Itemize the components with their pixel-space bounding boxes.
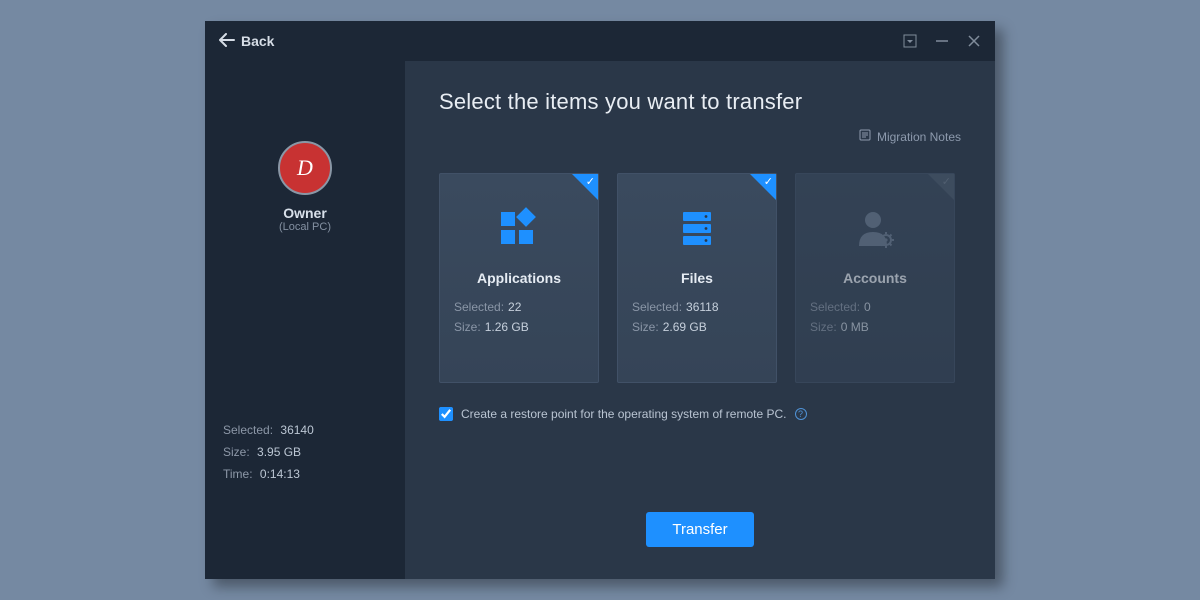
restore-point-checkbox[interactable] xyxy=(439,407,453,421)
avatar-initial: D xyxy=(297,155,313,181)
titlebar: Back xyxy=(205,21,995,61)
card-selected-value: 22 xyxy=(508,300,521,314)
accounts-icon xyxy=(810,196,940,260)
migration-notes-label: Migration Notes xyxy=(877,130,961,144)
close-icon[interactable] xyxy=(967,34,981,48)
stat-selected-label: Selected: xyxy=(223,423,273,437)
card-title: Applications xyxy=(454,270,584,286)
card-selected-label: Selected: xyxy=(454,300,504,314)
card-selected-label: Selected: xyxy=(810,300,860,314)
stat-size-value: 3.95 GB xyxy=(257,445,301,459)
avatar: D xyxy=(278,141,332,195)
card-selected-value: 0 xyxy=(864,300,871,314)
transfer-button[interactable]: Transfer xyxy=(646,512,753,547)
migration-notes-link[interactable]: Migration Notes xyxy=(859,129,961,144)
stat-time-label: Time: xyxy=(223,467,253,481)
back-label: Back xyxy=(241,33,274,49)
card-size-label: Size: xyxy=(810,320,837,334)
arrow-left-icon xyxy=(219,33,235,50)
card-size-label: Size: xyxy=(454,320,481,334)
applications-icon xyxy=(454,196,584,260)
restore-point-row: Create a restore point for the operating… xyxy=(439,407,961,421)
check-icon: ✓ xyxy=(586,175,595,188)
card-size-value: 1.26 GB xyxy=(485,320,529,334)
sidebar: D Owner (Local PC) Selected: 36140 Size:… xyxy=(205,61,405,579)
files-icon xyxy=(632,196,762,260)
app-window: Back D Owner (Local PC) xyxy=(205,21,995,579)
stat-selected-value: 36140 xyxy=(280,423,313,437)
owner-name: Owner xyxy=(283,205,327,221)
owner-sub: (Local PC) xyxy=(279,221,331,233)
card-title: Files xyxy=(632,270,762,286)
back-button[interactable]: Back xyxy=(219,33,274,50)
main-panel: Select the items you want to transfer Mi… xyxy=(405,61,995,579)
card-applications[interactable]: ✓ Applications Selected: 22 Size: 1.26 GB xyxy=(439,173,599,383)
card-size-label: Size: xyxy=(632,320,659,334)
window-controls xyxy=(903,34,981,48)
check-icon: ✓ xyxy=(942,175,951,188)
notes-icon xyxy=(859,129,871,144)
card-size-value: 0 MB xyxy=(841,320,869,334)
card-files[interactable]: ✓ Files Selected: 36118 xyxy=(617,173,777,383)
card-selected-label: Selected: xyxy=(632,300,682,314)
card-accounts[interactable]: ✓ Accounts Selected: 0 Size: 0 MB xyxy=(795,173,955,383)
check-icon: ✓ xyxy=(764,175,773,188)
card-size-value: 2.69 GB xyxy=(663,320,707,334)
page-title: Select the items you want to transfer xyxy=(439,89,961,115)
sidebar-stats: Selected: 36140 Size: 3.95 GB Time: 0:14… xyxy=(223,423,387,489)
card-row: ✓ Applications Selected: 22 Size: 1.26 GB xyxy=(439,173,961,383)
minimize-icon[interactable] xyxy=(935,34,949,48)
restore-point-label: Create a restore point for the operating… xyxy=(461,407,787,421)
dropdown-icon[interactable] xyxy=(903,34,917,48)
stat-time-value: 0:14:13 xyxy=(260,467,300,481)
card-title: Accounts xyxy=(810,270,940,286)
stat-size-label: Size: xyxy=(223,445,250,459)
card-selected-value: 36118 xyxy=(686,300,718,314)
help-icon[interactable]: ? xyxy=(795,408,807,420)
